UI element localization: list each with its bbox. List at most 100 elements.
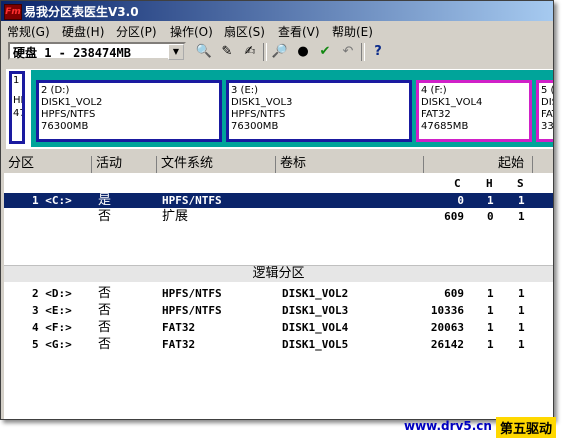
chevron-down-icon[interactable]: ▼	[168, 44, 184, 60]
cell-partition: 1 <C:>	[32, 194, 72, 207]
partition-list: C H S 1 <C:> 是 HPFS/NTFS 0 1 1 否 扩展 609 …	[4, 173, 553, 419]
cell-fs: HPFS/NTFS	[162, 194, 222, 207]
cell-h: 1	[487, 304, 494, 317]
cell-partition: 3 <E:>	[32, 304, 72, 317]
disk-map: 1 ( HP 47 2 (D:) DISK1_VOL2 HPFS/NTFS 76…	[6, 69, 553, 149]
write-partition-icon[interactable]: ✍	[241, 43, 259, 61]
cell-active: 否	[98, 320, 112, 335]
cell-fs: FAT32	[162, 338, 196, 351]
cell-active: 否	[98, 286, 112, 301]
cell-s: 1	[518, 287, 525, 300]
partition-volume: DISK1_VOL4	[421, 97, 483, 108]
partition-block-3[interactable]: 3 (E:) DISK1_VOL3 HPFS/NTFS 76300MB	[226, 80, 412, 142]
partition-size: 47	[13, 108, 25, 119]
cell-c: 26142	[430, 338, 464, 351]
cell-active: 是	[98, 193, 112, 208]
cell-h: 1	[487, 287, 494, 300]
cell-fs: HPFS/NTFS	[162, 287, 222, 300]
header-label[interactable]: 卷标	[276, 156, 424, 173]
partition-label: 4 (F:)	[421, 85, 447, 96]
menu-sector[interactable]: 扇区(S)	[224, 23, 265, 40]
table-row[interactable]: 5 <G:> 否 FAT32 DISK1_VOL5 26142 1 1	[4, 337, 553, 352]
cell-c: 609	[444, 210, 464, 223]
site-watermark: www.drv5.cn 第五驱动	[398, 417, 570, 438]
partition-block-1[interactable]: 1 ( HP 47	[9, 71, 25, 144]
menu-help[interactable]: 帮助(E)	[332, 23, 373, 40]
check-icon[interactable]: ✔	[316, 43, 334, 61]
logical-partition-section: 逻辑分区	[4, 265, 553, 282]
partition-fs: HPFS/NTFS	[41, 109, 96, 120]
cell-s: 1	[518, 338, 525, 351]
partition-label: 5 (G	[541, 85, 553, 96]
cell-label: DISK1_VOL5	[282, 338, 349, 351]
header-start[interactable]: 起始	[424, 156, 533, 173]
watermark-url: www.drv5.cn	[404, 419, 492, 433]
cell-c: 0	[457, 194, 464, 207]
partition-size: 47685MB	[421, 121, 469, 132]
cell-partition: 5 <G:>	[32, 338, 72, 351]
help-icon[interactable]: ?	[369, 43, 387, 61]
header-filler	[533, 156, 553, 173]
menu-general[interactable]: 常规(G)	[7, 23, 50, 40]
table-row[interactable]: 3 <E:> 否 HPFS/NTFS DISK1_VOL3 10336 1 1	[4, 303, 553, 318]
cell-s: 1	[518, 321, 525, 334]
cell-h: 1	[487, 321, 494, 334]
cell-h: 0	[487, 210, 494, 223]
search-red-icon[interactable]: ●	[294, 43, 312, 61]
menu-partition[interactable]: 分区(P)	[116, 23, 157, 40]
cell-fs: HPFS/NTFS	[162, 304, 222, 317]
partition-fs: FAT32	[421, 109, 451, 120]
partition-volume: DISK1_VOL2	[41, 97, 103, 108]
partition-volume: DISK	[541, 97, 553, 108]
header-active[interactable]: 活动	[92, 156, 157, 173]
disk-select-value: 硬盘 1 - 238474MB	[13, 46, 131, 60]
partition-table-header: 分区 活动 文件系统 卷标 起始	[4, 156, 553, 173]
table-row[interactable]: 4 <F:> 否 FAT32 DISK1_VOL4 20063 1 1	[4, 320, 553, 335]
cell-partition: 2 <D:>	[32, 287, 72, 300]
cell-partition: 4 <F:>	[32, 321, 72, 334]
toolbar: 硬盘 1 - 238474MB ▼ 🔍 ✎ ✍ 🔎 ● ✔ ↶ ?	[1, 41, 553, 65]
menu-bar: 常规(G) 硬盘(H) 分区(P) 操作(O) 扇区(S) 查看(V) 帮助(E…	[1, 21, 553, 39]
toolbar-separator	[361, 43, 365, 61]
cell-label: DISK1_VOL2	[282, 287, 349, 300]
cell-h: 1	[487, 194, 494, 207]
menu-view[interactable]: 查看(V)	[278, 23, 320, 40]
partition-block-4[interactable]: 4 (F:) DISK1_VOL4 FAT32 47685MB	[416, 80, 532, 142]
partition-block-5[interactable]: 5 (G DISK FAT 334	[536, 80, 553, 142]
search-icon[interactable]: 🔎	[271, 43, 289, 61]
partition-block-2[interactable]: 2 (D:) DISK1_VOL2 HPFS/NTFS 76300MB	[36, 80, 222, 142]
title-bar[interactable]: Fm 易我分区表医生V3.0	[1, 1, 553, 21]
disk-select[interactable]: 硬盘 1 - 238474MB ▼	[8, 42, 186, 60]
partition-fs: HPFS/NTFS	[231, 109, 286, 120]
partition-size: 76300MB	[41, 121, 89, 132]
cell-c: 609	[444, 287, 464, 300]
cell-label: DISK1_VOL3	[282, 304, 349, 317]
partition-fs: FAT	[541, 109, 553, 120]
cell-c: 20063	[430, 321, 464, 334]
partition-label: 2 (D:)	[41, 85, 70, 96]
cell-fs: FAT32	[162, 321, 196, 334]
cell-s: 1	[518, 304, 525, 317]
table-row[interactable]: 否 扩展 609 0 1	[4, 209, 553, 224]
window-title: 易我分区表医生V3.0	[24, 5, 139, 19]
disk-search-icon[interactable]: 🔍	[195, 43, 213, 61]
cell-active: 否	[98, 337, 112, 352]
undo-icon[interactable]: ↶	[339, 43, 357, 61]
cell-s: 1	[518, 210, 525, 223]
cell-active: 否	[98, 209, 112, 224]
col-h-label: H	[486, 177, 493, 190]
table-row[interactable]: 2 <D:> 否 HPFS/NTFS DISK1_VOL2 609 1 1	[4, 286, 553, 301]
partition-size: 76300MB	[231, 121, 279, 132]
partition-label: 1 (	[13, 75, 22, 86]
app-icon: Fm	[4, 4, 22, 20]
edit-partition-icon[interactable]: ✎	[218, 43, 236, 61]
cell-c: 10336	[430, 304, 464, 317]
table-row[interactable]: 1 <C:> 是 HPFS/NTFS 0 1 1	[4, 193, 553, 208]
menu-disk[interactable]: 硬盘(H)	[62, 23, 104, 40]
cell-h: 1	[487, 338, 494, 351]
col-c-label: C	[454, 177, 461, 190]
header-fs[interactable]: 文件系统	[157, 156, 276, 173]
menu-operation[interactable]: 操作(O)	[170, 23, 213, 40]
app-window: Fm 易我分区表医生V3.0 常规(G) 硬盘(H) 分区(P) 操作(O) 扇…	[0, 0, 554, 420]
header-partition[interactable]: 分区	[4, 156, 92, 173]
